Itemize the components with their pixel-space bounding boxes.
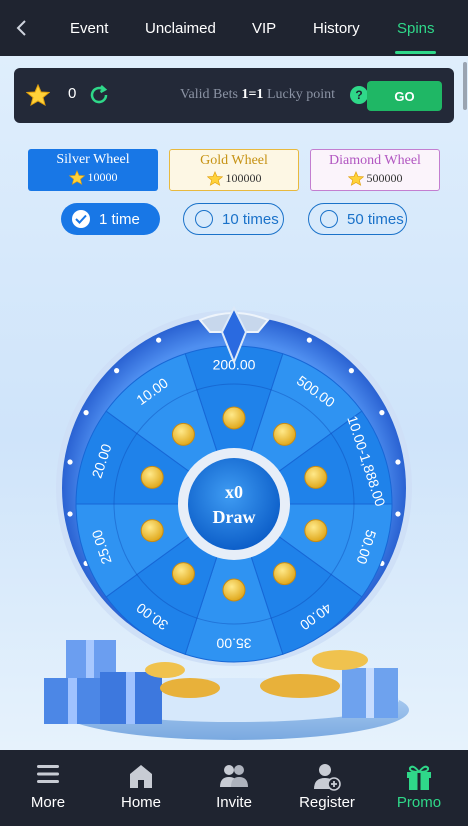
home-icon <box>96 763 186 789</box>
active-tab-indicator <box>395 51 436 54</box>
go-button[interactable]: GO <box>367 81 442 111</box>
coin-icon <box>222 406 246 430</box>
times-option-50[interactable]: 50 times <box>308 203 407 235</box>
wheel-type-name: Silver Wheel <box>56 152 130 167</box>
nav-label: Invite <box>216 794 252 811</box>
tab-unclaimed[interactable]: Unclaimed <box>145 0 216 56</box>
draw-label: Draw <box>213 507 256 527</box>
wheel-type-cost: 10000 <box>28 170 158 185</box>
users-icon <box>189 763 279 789</box>
draw-button[interactable] <box>188 458 280 550</box>
nav-register[interactable]: Register <box>282 750 372 826</box>
coin-icon <box>304 519 328 543</box>
rim-light <box>379 410 385 416</box>
nav-home[interactable]: Home <box>96 750 186 826</box>
rim-light <box>306 337 312 343</box>
rim-light <box>114 368 120 374</box>
gift-boxes-right <box>342 668 398 718</box>
lucky-points-bar: 0 Valid Bets 1=1 Lucky point ? GO <box>14 68 454 123</box>
valid-bets-text: Valid Bets 1=1 Lucky point <box>180 87 335 103</box>
nav-label: Register <box>299 794 355 811</box>
tab-history[interactable]: History <box>313 0 360 56</box>
nav-label: Home <box>120 794 161 811</box>
nav-invite[interactable]: Invite <box>189 750 279 826</box>
spins-content: 0 Valid Bets 1=1 Lucky point ? GO Silver… <box>0 56 468 750</box>
tab-event[interactable]: Event <box>70 0 108 56</box>
nav-more[interactable]: More <box>3 750 93 826</box>
rim-light <box>67 459 73 465</box>
star-icon <box>68 170 85 185</box>
nav-promo[interactable]: Promo <box>374 750 464 826</box>
times-option-10[interactable]: 10 times <box>183 203 284 235</box>
times-label: 50 times <box>347 210 404 228</box>
nav-label: More <box>30 794 66 811</box>
refresh-icon[interactable] <box>88 84 110 111</box>
times-option-1[interactable]: 1 time <box>61 203 160 235</box>
rim-light <box>67 511 73 517</box>
coin-icon <box>171 422 195 446</box>
prize-label: 35.00 <box>216 635 251 651</box>
coin-icon <box>273 562 297 586</box>
star-icon <box>347 171 364 186</box>
back-button[interactable] <box>0 0 44 56</box>
coin-icon <box>171 562 195 586</box>
chevron-left-icon <box>16 20 26 36</box>
valid-bets-suffix: Lucky point <box>263 87 335 102</box>
wheel-type-cost-value: 500000 <box>366 171 403 185</box>
gift-boxes-left <box>44 640 162 724</box>
rim-light <box>83 410 89 416</box>
lucky-point-count: 0 <box>68 85 77 102</box>
coin-icon <box>140 519 164 543</box>
wheel-type-name: Gold Wheel <box>200 153 268 168</box>
valid-bets-prefix: Valid Bets <box>180 87 242 102</box>
coin-icon <box>273 422 297 446</box>
tab-spins[interactable]: Spins <box>397 0 435 56</box>
tab-vip[interactable]: VIP <box>252 0 276 56</box>
diamond-wheel-option[interactable]: Diamond Wheel 500000 <box>310 149 440 191</box>
times-label: 10 times <box>222 210 279 228</box>
coin-icon <box>140 465 164 489</box>
prize-wheel: 200.00500.0010.00-1,888.0050.0040.0035.0… <box>44 305 412 740</box>
coin-icon <box>222 578 246 602</box>
bottom-nav: More Home Invite Register Promo <box>0 750 468 826</box>
times-label: 1 time <box>99 210 140 228</box>
nav-label: Promo <box>396 794 442 811</box>
wheel-type-cost: 100000 <box>170 171 298 186</box>
check-icon <box>72 210 90 228</box>
scrollbar[interactable] <box>463 62 467 110</box>
gift-icon <box>374 763 464 791</box>
help-icon[interactable]: ? <box>350 86 368 104</box>
gold-wheel-option[interactable]: Gold Wheel 100000 <box>169 149 299 191</box>
star-icon <box>206 171 223 186</box>
star-icon <box>25 83 51 111</box>
valid-bets-ratio: 1=1 <box>241 87 264 102</box>
silver-wheel-option[interactable]: Silver Wheel 10000 <box>28 149 158 191</box>
rim-light <box>348 368 354 374</box>
radio-icon <box>320 210 338 228</box>
rim-light <box>156 337 162 343</box>
menu-icon <box>3 763 93 785</box>
top-nav: Event Unclaimed VIP History Spins <box>0 0 468 56</box>
coin-icon <box>304 465 328 489</box>
rim-light <box>395 459 401 465</box>
radio-icon <box>195 210 213 228</box>
wheel-type-cost-value: 10000 <box>87 170 118 184</box>
user-plus-icon <box>282 763 372 791</box>
wheel-type-cost-value: 100000 <box>225 171 262 185</box>
wheel-type-name: Diamond Wheel <box>329 153 421 168</box>
draw-multiplier: x0 <box>225 482 243 502</box>
rim-light <box>395 511 401 517</box>
wheel-type-cost: 500000 <box>311 171 439 186</box>
